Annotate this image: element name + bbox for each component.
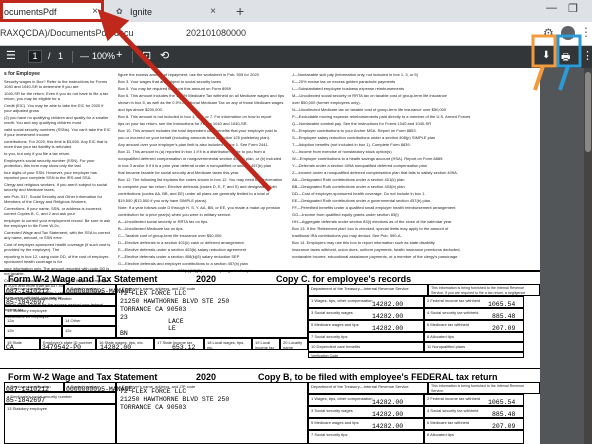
annotation-overlay [97,9,582,192]
print-pointer [558,65,570,91]
arrow-to-tab [97,9,272,192]
screenshot-frame: ocumentsPdf × ✿ Ignite × + — ❐ RAXQCDA)/… [0,0,592,444]
download-highlight-box [531,34,557,68]
download-pointer [533,65,545,91]
print-highlight-box [556,34,582,68]
